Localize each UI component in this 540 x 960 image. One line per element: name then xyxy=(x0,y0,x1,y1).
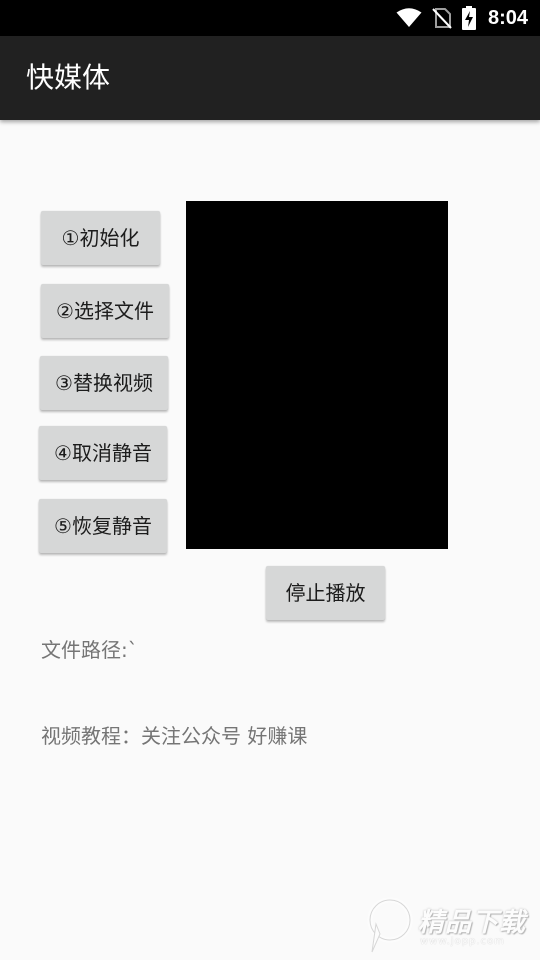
watermark-text: 精品下载 xyxy=(418,908,527,938)
tutorial-label: 视频教程：关注公众号 好赚课 xyxy=(41,724,308,748)
wifi-icon xyxy=(396,8,422,28)
no-sim-icon xyxy=(432,7,452,29)
init-button[interactable]: ①初始化 xyxy=(41,211,160,265)
watermark-url: www.jopp.com xyxy=(420,936,505,947)
select-file-button[interactable]: ②选择文件 xyxy=(41,284,169,338)
app-bar: 快媒体 xyxy=(0,36,540,120)
file-path-label: 文件路径:` xyxy=(41,638,138,662)
status-bar: 8:04 xyxy=(0,0,540,36)
status-time: 8:04 xyxy=(487,6,528,29)
stop-playback-button[interactable]: 停止播放 xyxy=(266,566,385,620)
app-title: 快媒体 xyxy=(26,61,111,94)
replace-video-button[interactable]: ③替换视频 xyxy=(40,356,168,410)
video-view[interactable] xyxy=(186,201,448,549)
restore-mute-button[interactable]: ⑤恢复静音 xyxy=(39,499,167,553)
watermark: 精品下载 www.jopp.com xyxy=(364,894,534,956)
battery-charging-icon xyxy=(461,6,476,30)
unmute-button[interactable]: ④取消静音 xyxy=(39,426,167,480)
status-icons: 8:04 xyxy=(396,0,528,36)
